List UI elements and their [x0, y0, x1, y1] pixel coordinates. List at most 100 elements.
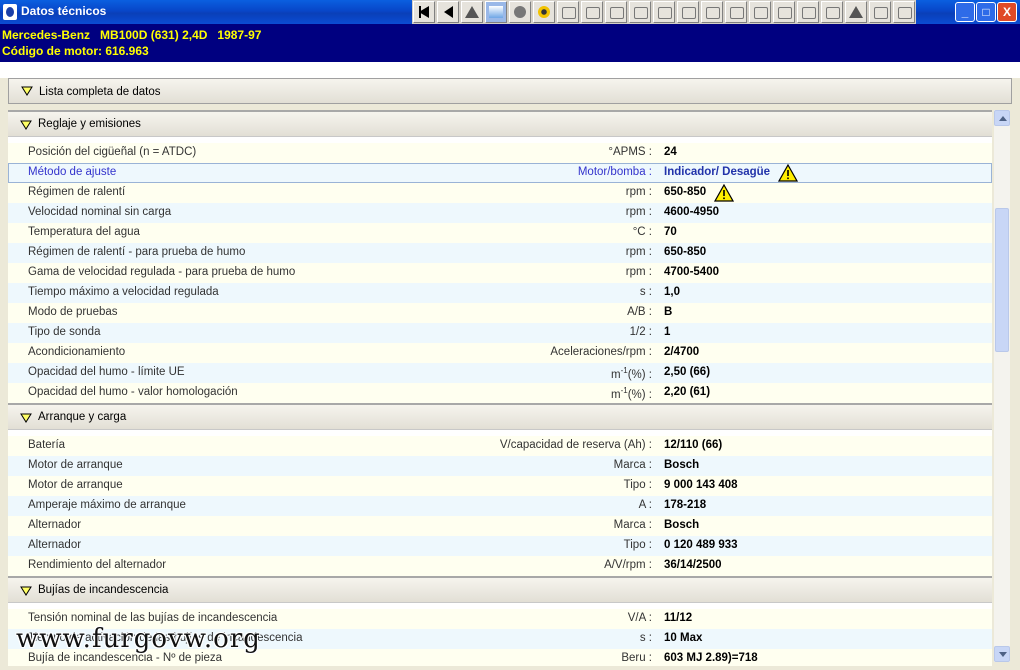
row-description: Temperatura del agua: [28, 226, 140, 238]
row-description: Tensión nominal de las bujías de incande…: [28, 612, 278, 624]
row-value: 36/14/2500: [664, 559, 722, 571]
row-description: Opacidad del humo - valor homologación: [28, 386, 238, 398]
section-title: Bujías de incandescencia: [38, 584, 169, 596]
data-row[interactable]: Rendimiento del alternador A/V/rpm : 36/14…: [8, 556, 992, 576]
row-description: Batería: [28, 439, 66, 451]
row-description: Acondicionamiento: [28, 346, 126, 358]
section-header[interactable]: Reglaje y emisiones: [8, 110, 992, 137]
belt-icon[interactable]: [581, 1, 603, 23]
chevron-down-icon: [20, 412, 32, 424]
data-row[interactable]: Método de ajuste Motor/bomba : Indicador/ …: [8, 163, 992, 183]
wheel-icon[interactable]: [749, 1, 771, 23]
row-unit: A/B :: [627, 306, 652, 318]
row-value: 24: [664, 146, 677, 158]
list-header-label: Lista completa de datos: [39, 86, 161, 98]
data-row[interactable]: Opacidad del humo - valor homologación m-…: [8, 383, 992, 403]
data-row[interactable]: Amperaje máximo de arranque A : 178-218: [8, 496, 992, 516]
data-row[interactable]: Régimen de ralentí rpm : 650-850: [8, 183, 992, 203]
minimize-button[interactable]: _: [955, 2, 975, 22]
ignition-icon[interactable]: [533, 1, 555, 23]
row-description: Método de ajuste: [28, 166, 117, 178]
row-unit: V/capacidad de reserva (Ah) :: [499, 439, 652, 451]
car-icon[interactable]: [869, 1, 891, 23]
section-header[interactable]: Arranque y carga: [8, 403, 992, 430]
row-unit: V/A :: [627, 612, 652, 624]
warning2-icon[interactable]: [845, 1, 867, 23]
prev-icon[interactable]: [437, 1, 459, 23]
chevron-down-icon: [21, 86, 33, 96]
row-value: 2,50 (66): [664, 366, 711, 378]
close-button[interactable]: X: [997, 2, 1017, 22]
row-unit: 1/2 :: [629, 326, 652, 338]
data-row[interactable]: Motor de arranque Tipo : 9 000 143 408: [8, 476, 992, 496]
row-description: Rendimiento del alternador: [28, 559, 167, 571]
data-row[interactable]: Velocidad nominal sin carga rpm : 4600-495…: [8, 203, 992, 223]
data-row[interactable]: Batería V/capacidad de reserva (Ah) : 12/1…: [8, 436, 992, 456]
spacer: [0, 62, 1020, 78]
row-unit: s :: [639, 632, 652, 644]
row-unit: Motor/bomba :: [577, 166, 652, 178]
row-description: Régimen de ralentí - para prueba de humo: [28, 246, 246, 258]
row-value: 2,20 (61): [664, 386, 711, 398]
row-unit: A :: [638, 499, 652, 511]
engine-icon[interactable]: [509, 1, 531, 23]
row-value: Bosch: [664, 519, 700, 531]
suspension-icon[interactable]: [797, 1, 819, 23]
data-row[interactable]: Gama de velocidad regulada - para prueba…: [8, 263, 992, 283]
data-row[interactable]: Alternador Marca : Bosch: [8, 516, 992, 536]
tool-icon[interactable]: [677, 1, 699, 23]
data-row[interactable]: Acondicionamiento Aceleraciones/rpm : 2/47…: [8, 343, 992, 363]
airbag-icon[interactable]: [821, 1, 843, 23]
row-unit: °APMS :: [608, 146, 652, 158]
row-description: Velocidad nominal sin carga: [28, 206, 172, 218]
row-unit: °C :: [632, 226, 652, 238]
document-icon[interactable]: [893, 1, 915, 23]
row-unit: rpm :: [625, 266, 652, 278]
row-value: B: [664, 306, 673, 318]
scroll-thumb[interactable]: [995, 208, 1009, 352]
watermark: www.furgovw.org: [16, 624, 261, 654]
warning-icon[interactable]: [713, 183, 735, 202]
vertical-scrollbar[interactable]: [994, 110, 1010, 662]
scroll-down-button[interactable]: [994, 646, 1010, 662]
data-row[interactable]: Temperatura del agua °C : 70: [8, 223, 992, 243]
data-row[interactable]: Tipo de sonda 1/2 : 1: [8, 323, 992, 343]
scroll-up-button[interactable]: [994, 110, 1010, 126]
steering-icon[interactable]: [773, 1, 795, 23]
engine-code: Código de motor: 616.963: [2, 44, 149, 58]
first-icon[interactable]: [413, 1, 435, 23]
data-list: Reglaje y emisiones Posición del cigüeñal…: [8, 110, 992, 666]
toolbar: [412, 0, 916, 24]
data-row[interactable]: Posición del cigüeñal (n = ATDC) °APMS : 2…: [8, 143, 992, 163]
row-unit: Marca :: [613, 519, 652, 531]
data-row[interactable]: Tiempo máximo a velocidad regulada s : 1,0: [8, 283, 992, 303]
filter-icon[interactable]: [725, 1, 747, 23]
list-header[interactable]: Lista completa de datos: [8, 78, 1012, 104]
vehicle-header: Mercedes-Benz MB100D (631) 2,4D 1987-97 …: [0, 24, 1020, 62]
row-value: 12/110 (66): [664, 439, 723, 451]
row-value: 4700-5400: [664, 266, 719, 278]
data-row[interactable]: Motor de arranque Marca : Bosch: [8, 456, 992, 476]
row-unit: m-1(%) :: [611, 386, 652, 401]
row-value: Bosch: [664, 459, 700, 471]
data-row[interactable]: Alternador Tipo : 0 120 489 933: [8, 536, 992, 556]
warning-icon[interactable]: [777, 163, 799, 182]
brake-icon[interactable]: [653, 1, 675, 23]
data-row[interactable]: Modo de pruebas A/B : B: [8, 303, 992, 323]
row-value: Indicador/ Desagüe: [664, 166, 771, 178]
data-row[interactable]: Opacidad del humo - límite UE m-1(%) : 2,5…: [8, 363, 992, 383]
row-unit: Marca :: [613, 459, 652, 471]
maximize-button[interactable]: □: [976, 2, 996, 22]
section-header[interactable]: Bujías de incandescencia: [8, 576, 992, 603]
section-title: Arranque y carga: [38, 411, 127, 423]
cooling-icon[interactable]: [605, 1, 627, 23]
row-value: 4600-4950: [664, 206, 719, 218]
oil-icon[interactable]: [701, 1, 723, 23]
data-icon[interactable]: [485, 1, 507, 23]
fuel-icon[interactable]: [557, 1, 579, 23]
warning-icon[interactable]: [461, 1, 483, 23]
data-row[interactable]: Régimen de ralentí - para prueba de humo…: [8, 243, 992, 263]
chevron-down-icon: [20, 119, 32, 131]
compression-icon[interactable]: [629, 1, 651, 23]
row-value: 603 MJ 2.89)=718: [664, 652, 758, 664]
